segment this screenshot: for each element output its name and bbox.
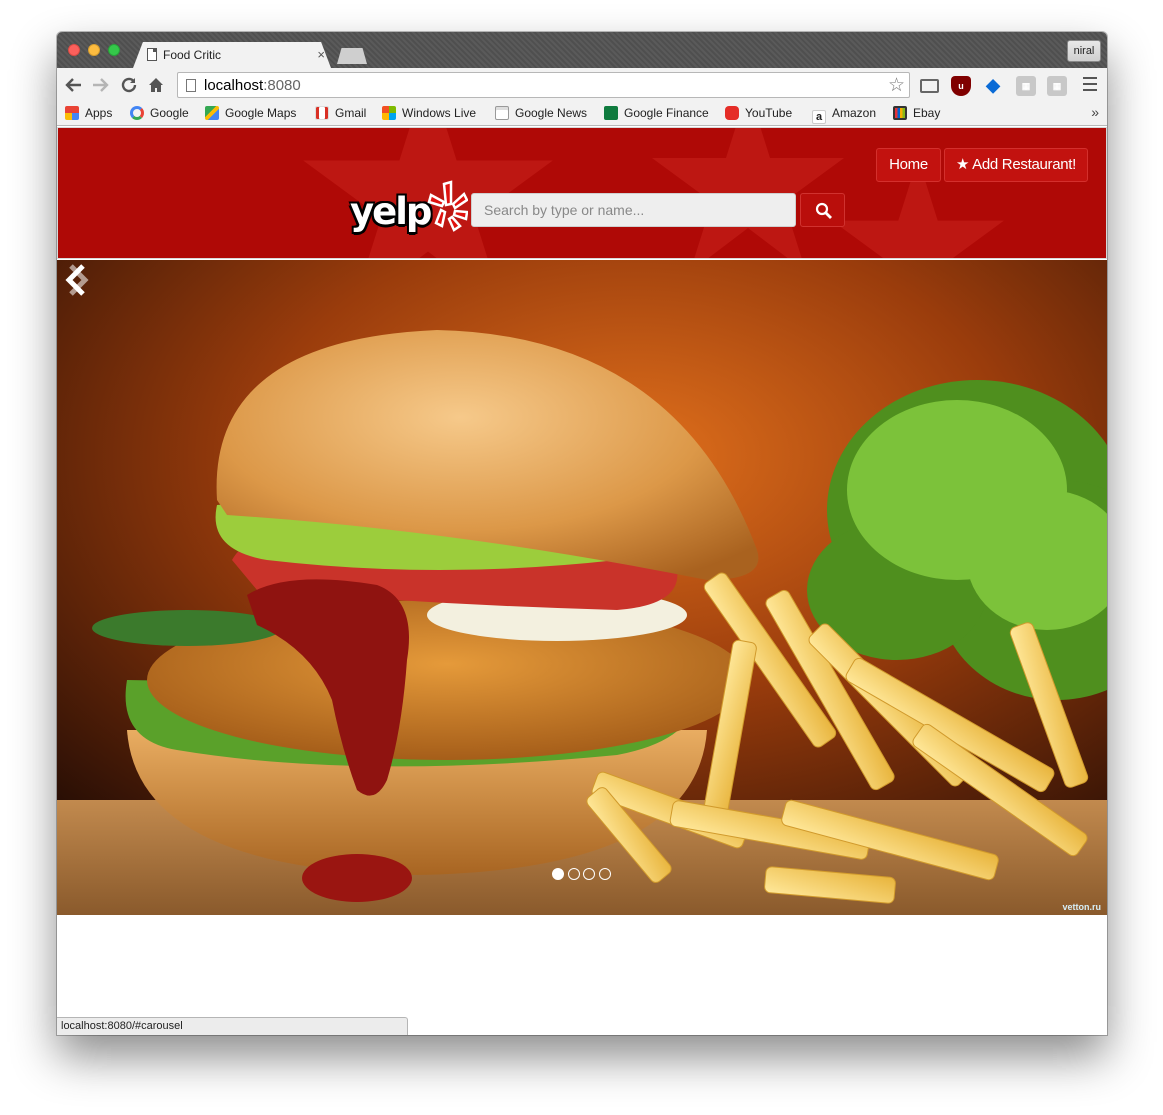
image-watermark: vetton.ru: [1062, 902, 1101, 912]
bookmark-label: Google Maps: [225, 106, 297, 120]
carousel-indicator[interactable]: [599, 868, 611, 880]
bookmark-label: Apps: [85, 106, 113, 120]
bookmark-ebay[interactable]: Ebay: [893, 106, 940, 120]
new-tab-button[interactable]: [337, 48, 367, 64]
home-button[interactable]: [145, 74, 167, 99]
bookmark-star-icon[interactable]: ☆: [888, 74, 905, 97]
carousel-indicator[interactable]: [552, 868, 564, 880]
url-text: localhost:8080: [204, 77, 301, 94]
extension-grey-icon[interactable]: ▦: [1047, 76, 1067, 96]
bookmark-label: Gmail: [335, 106, 367, 120]
bookmark-label: Google Finance: [624, 106, 709, 120]
url-host: localhost: [204, 77, 264, 94]
carousel: vetton.ru: [57, 260, 1107, 915]
bookmark-google-finance[interactable]: Google Finance: [604, 106, 709, 120]
bookmark-gmail[interactable]: Gmail: [315, 106, 366, 120]
address-bar[interactable]: localhost:8080 ☆: [177, 72, 910, 98]
page-icon: [186, 79, 196, 92]
home-icon: [149, 78, 163, 92]
site-header: Home ★ Add Restaurant! yelp: [57, 127, 1107, 259]
windows-icon: [382, 106, 396, 120]
bookmark-google-news[interactable]: Google News: [495, 106, 587, 120]
minimize-window-button[interactable]: [88, 44, 100, 56]
bookmark-label: Google News: [515, 106, 588, 120]
bookmark-label: Ebay: [913, 106, 941, 120]
bookmarks-bar: Apps Google Google Maps Gmail Windows Li…: [57, 102, 1107, 126]
google-news-icon: [495, 106, 509, 120]
google-finance-icon: [604, 106, 618, 120]
back-button[interactable]: [63, 74, 85, 99]
ebay-tv-icon: [893, 106, 907, 120]
brand-wordmark: yelp: [350, 190, 432, 233]
tab-title: Food Critic: [163, 48, 222, 62]
bookmark-label: Google: [150, 106, 189, 120]
arrow-right-icon: [93, 78, 109, 92]
tab-close-icon[interactable]: ×: [317, 47, 325, 62]
youtube-icon: [725, 106, 739, 120]
apps-grid-icon: [65, 106, 79, 120]
search-button[interactable]: [800, 193, 845, 227]
carousel-next-chevron-right-icon[interactable]: [57, 260, 97, 300]
gem-icon[interactable]: ◆: [983, 76, 1003, 96]
ublock-icon[interactable]: u: [951, 76, 971, 96]
status-bar-url: localhost:8080/#carousel: [57, 1017, 408, 1035]
browser-toolbar: localhost:8080 ☆ u ◆ ▦ ▦: [57, 68, 1107, 102]
bookmark-label: YouTube: [745, 106, 793, 120]
bookmark-google-maps[interactable]: Google Maps: [205, 106, 296, 120]
zoom-window-button[interactable]: [108, 44, 120, 56]
bookmark-label: Amazon: [832, 106, 877, 120]
search-icon: [815, 202, 832, 219]
close-window-button[interactable]: [68, 44, 80, 56]
bookmark-google[interactable]: Google: [130, 106, 189, 120]
forward-button[interactable]: [89, 74, 111, 99]
yelp-burst-icon: [427, 180, 468, 232]
star-icon: ★: [955, 156, 970, 173]
amazon-icon: a: [812, 110, 826, 124]
bookmark-youtube[interactable]: YouTube: [725, 106, 792, 120]
yelp-logo[interactable]: yelp: [350, 180, 468, 240]
chrome-menu-icon[interactable]: [1083, 77, 1097, 95]
google-maps-icon: [205, 106, 219, 120]
cast-icon[interactable]: [920, 79, 939, 93]
search-input[interactable]: [471, 193, 796, 227]
browser-window: niral Food Critic × localhost:8080 ☆ u ◆…: [57, 32, 1107, 1035]
page-viewport: Home ★ Add Restaurant! yelp Search by ty…: [57, 127, 1107, 1035]
nav-add-restaurant-link[interactable]: ★ Add Restaurant!: [944, 148, 1088, 182]
add-restaurant-label: Add Restaurant!: [972, 156, 1077, 173]
google-g-icon: [130, 106, 144, 120]
profile-button[interactable]: niral: [1067, 40, 1101, 62]
carousel-slide-image: [57, 260, 1107, 915]
bookmark-amazon[interactable]: a Amazon: [812, 106, 876, 124]
carousel-indicator[interactable]: [583, 868, 595, 880]
nav-home-link[interactable]: Home: [876, 148, 941, 182]
page-icon: [147, 48, 157, 61]
tab-content: Food Critic ×: [147, 47, 325, 68]
bookmark-apps[interactable]: Apps: [65, 106, 112, 120]
carousel-indicator[interactable]: [568, 868, 580, 880]
bookmark-label: Windows Live: [402, 106, 477, 120]
extension-grey-icon[interactable]: ▦: [1016, 76, 1036, 96]
bookmark-windows-live[interactable]: Windows Live: [382, 106, 476, 120]
reload-icon: [121, 77, 137, 93]
reload-button[interactable]: [118, 74, 140, 99]
url-port: :8080: [263, 77, 301, 94]
gmail-icon: [315, 106, 329, 120]
bookmarks-overflow-icon[interactable]: »: [1091, 104, 1099, 120]
arrow-left-icon: [65, 78, 81, 92]
